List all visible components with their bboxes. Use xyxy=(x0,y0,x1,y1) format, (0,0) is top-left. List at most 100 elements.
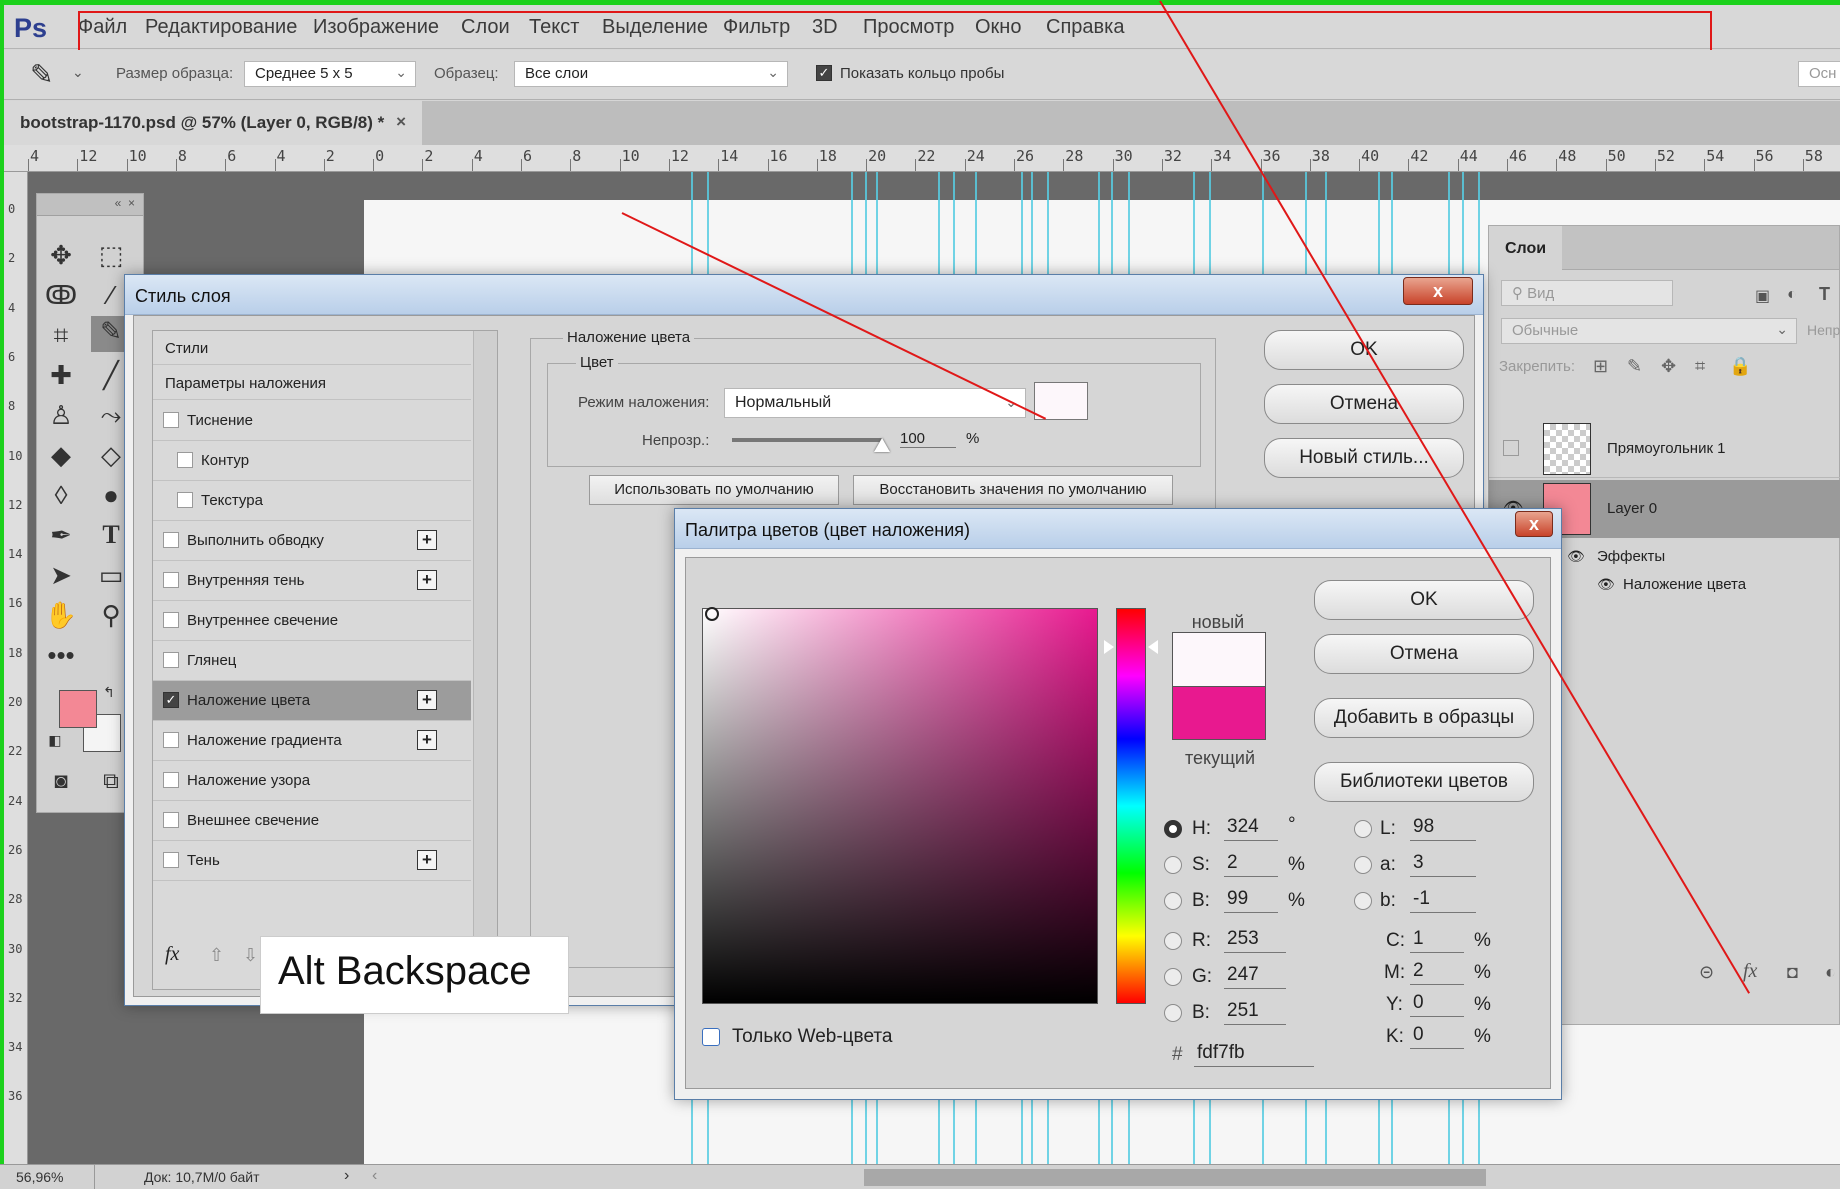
overlay-color-swatch[interactable] xyxy=(1034,382,1088,420)
stamp-tool-icon[interactable]: ♙ xyxy=(41,400,81,431)
filter-adjust-icon[interactable]: ◐ xyxy=(1787,286,1797,304)
ok-button[interactable]: OK xyxy=(1264,330,1464,370)
styles-header-row[interactable]: Стили xyxy=(153,331,471,365)
cancel-button[interactable]: Отмена xyxy=(1314,634,1534,674)
default-colors-icon[interactable]: ◧ xyxy=(45,732,65,749)
sample-select[interactable]: Все слои ⌄ xyxy=(514,61,788,87)
style-checkbox[interactable] xyxy=(163,612,179,628)
color-field-cursor[interactable] xyxy=(705,607,719,621)
r-radio[interactable] xyxy=(1164,932,1182,950)
link-layers-icon[interactable]: ⊝ xyxy=(1699,962,1714,983)
style-item[interactable]: ✓ Наложение цвета + xyxy=(153,681,471,721)
collapse-icon[interactable]: « xyxy=(115,196,122,210)
style-item[interactable]: Наложение градиента + xyxy=(153,721,471,761)
blend-mode-select[interactable]: Обычные ⌄ xyxy=(1501,318,1797,344)
hand-tool-icon[interactable]: ✋ xyxy=(41,600,81,631)
style-item[interactable]: Глянец xyxy=(153,641,471,681)
opacity-slider-track[interactable] xyxy=(732,438,890,452)
blend-params-row[interactable]: Параметры наложения xyxy=(153,366,471,400)
layer-row[interactable]: Прямоугольник 1 xyxy=(1489,420,1840,478)
blur-tool-icon[interactable]: ◊ xyxy=(41,480,81,511)
swap-colors-icon[interactable]: ↰ xyxy=(99,684,119,701)
add-effect-icon[interactable]: + xyxy=(417,570,437,590)
lock-brush-icon[interactable]: ✎ xyxy=(1627,356,1642,377)
marquee-tool-icon[interactable]: ⬚ xyxy=(91,240,131,271)
hue-slider-left-arrow[interactable] xyxy=(1104,640,1114,654)
ok-button[interactable]: OK xyxy=(1314,580,1534,620)
adjustment-layer-icon[interactable]: ◐ xyxy=(1825,962,1836,983)
r-value[interactable]: 253 xyxy=(1224,928,1286,953)
l-radio[interactable] xyxy=(1354,820,1372,838)
fx-icon[interactable]: fx xyxy=(1743,960,1757,983)
l-value[interactable]: 98 xyxy=(1410,816,1476,841)
fx-menu-icon[interactable]: fx xyxy=(165,943,179,966)
path-selection-icon[interactable]: ➤ xyxy=(41,560,81,591)
opacity-slider-thumb[interactable] xyxy=(874,438,890,452)
tool-preset-chevron-icon[interactable]: ⌄ xyxy=(72,64,84,81)
add-to-swatches-button[interactable]: Добавить в образцы xyxy=(1314,698,1534,738)
style-checkbox[interactable] xyxy=(177,492,193,508)
close-tab-icon[interactable]: × xyxy=(396,112,406,132)
style-checkbox[interactable] xyxy=(163,652,179,668)
style-checkbox[interactable] xyxy=(163,852,179,868)
horizontal-scrollbar-thumb[interactable] xyxy=(864,1169,1486,1186)
move-down-icon[interactable]: ⇩ xyxy=(243,945,258,966)
a-radio[interactable] xyxy=(1354,856,1372,874)
add-effect-icon[interactable]: + xyxy=(417,690,437,710)
style-checkbox[interactable] xyxy=(163,532,179,548)
style-item[interactable]: Внутренняя тень + xyxy=(153,561,471,601)
workspace-select[interactable]: Осн xyxy=(1798,61,1840,87)
lab-b-radio[interactable] xyxy=(1354,892,1372,910)
hue-slider[interactable] xyxy=(1116,608,1146,1004)
lock-artboard-icon[interactable]: ⌗ xyxy=(1695,356,1705,377)
hex-value[interactable]: fdf7fb xyxy=(1194,1042,1314,1067)
style-checkbox[interactable] xyxy=(163,772,179,788)
crop-tool-icon[interactable]: ⌗ xyxy=(41,320,81,352)
s-radio[interactable] xyxy=(1164,856,1182,874)
show-ring-checkbox[interactable]: ✓ xyxy=(816,65,832,81)
style-checkbox[interactable]: ✓ xyxy=(163,692,179,708)
eyedropper-tool-icon[interactable]: ✎ xyxy=(30,58,53,91)
lock-all-icon[interactable]: 🔒 xyxy=(1729,356,1751,377)
filter-image-icon[interactable]: ▣ xyxy=(1755,286,1770,306)
effect-eye-icon[interactable]: 👁 xyxy=(1597,576,1615,593)
lasso-tool-icon[interactable]: ↂ xyxy=(41,280,81,311)
h-radio[interactable] xyxy=(1164,820,1182,838)
lock-position-icon[interactable]: ✥ xyxy=(1661,356,1676,377)
web-only-checkbox[interactable] xyxy=(702,1028,720,1046)
style-item[interactable]: Текстура xyxy=(153,481,471,521)
style-item[interactable]: Тень + xyxy=(153,841,471,881)
c-value[interactable]: 1 xyxy=(1410,928,1464,953)
style-checkbox[interactable] xyxy=(163,812,179,828)
healing-brush-icon[interactable]: ✚ xyxy=(41,360,81,391)
blue-value[interactable]: 251 xyxy=(1224,1000,1286,1025)
foreground-color-swatch[interactable] xyxy=(59,690,97,728)
b-radio[interactable] xyxy=(1164,892,1182,910)
m-value[interactable]: 2 xyxy=(1410,960,1464,985)
style-checkbox[interactable] xyxy=(163,412,179,428)
color-field[interactable] xyxy=(702,607,1098,1004)
status-menu-arrow-icon[interactable]: › xyxy=(344,1167,349,1185)
zoom-level[interactable]: 56,96% xyxy=(16,1169,63,1185)
style-item[interactable]: Внутреннее свечение xyxy=(153,601,471,641)
make-default-button[interactable]: Использовать по умолчанию xyxy=(589,475,839,505)
blue-radio[interactable] xyxy=(1164,1004,1182,1022)
h-value[interactable]: 324 xyxy=(1224,816,1278,841)
new-style-button[interactable]: Новый стиль... xyxy=(1264,438,1464,478)
move-up-icon[interactable]: ⇧ xyxy=(209,945,224,966)
style-checkbox[interactable] xyxy=(163,572,179,588)
b-value[interactable]: 99 xyxy=(1224,888,1278,913)
g-value[interactable]: 247 xyxy=(1224,964,1286,989)
add-effect-icon[interactable]: + xyxy=(417,530,437,550)
quick-mask-icon[interactable]: ◙ xyxy=(41,768,81,794)
layer-style-titlebar[interactable]: Стиль слоя x xyxy=(125,275,1483,315)
add-effect-icon[interactable]: + xyxy=(417,730,437,750)
style-item[interactable]: Внешнее свечение xyxy=(153,801,471,841)
filter-type-icon[interactable]: T xyxy=(1819,284,1830,305)
more-tools-icon[interactable]: ••• xyxy=(41,640,81,671)
opacity-value[interactable]: 100 xyxy=(900,430,956,448)
add-mask-icon[interactable]: ◘ xyxy=(1787,962,1798,983)
a-value[interactable]: 3 xyxy=(1410,852,1476,877)
style-item[interactable]: Выполнить обводку + xyxy=(153,521,471,561)
list-scrollbar[interactable] xyxy=(473,331,497,991)
